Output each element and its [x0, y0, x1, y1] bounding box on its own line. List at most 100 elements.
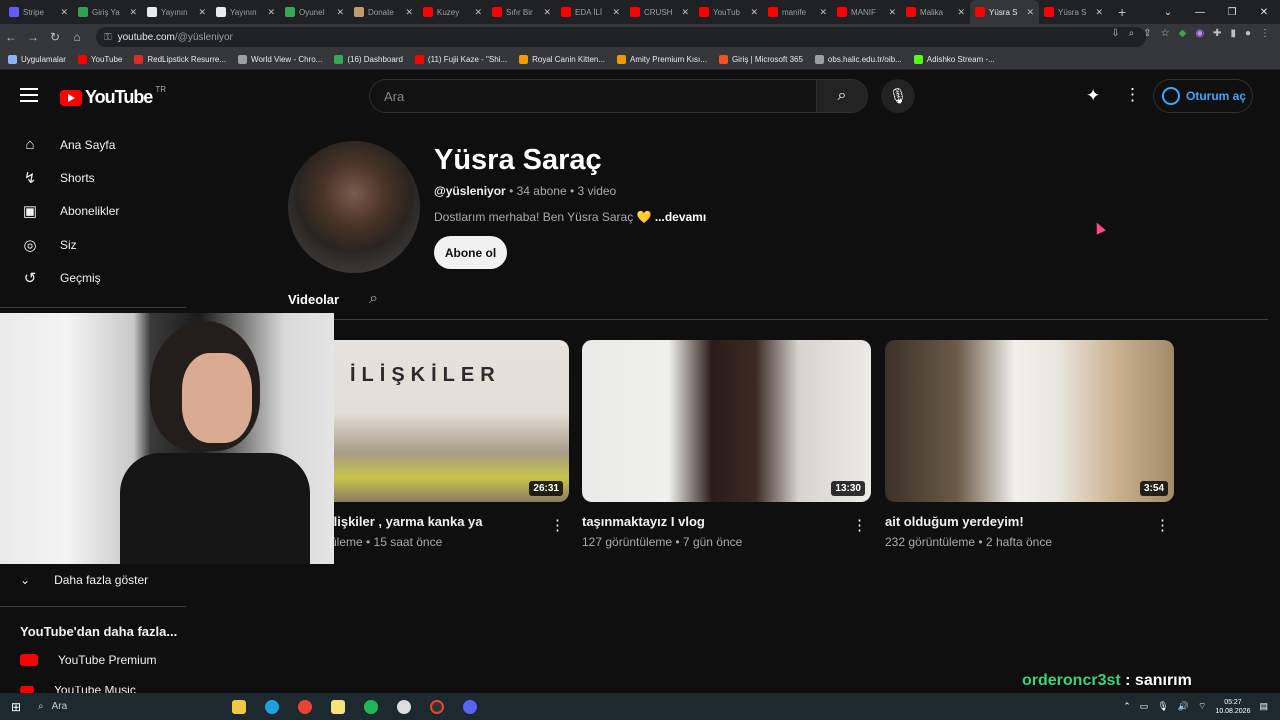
channel-description[interactable]: Dostlarım merhaba! Ben Yüsra Saraç 💛 ...… — [434, 210, 706, 224]
browser-tab[interactable]: Oyunel ✕ — [280, 0, 349, 24]
video-menu-icon[interactable]: ⋮ — [550, 516, 565, 534]
video-card[interactable]: 3:54 ait olduğum yerdeyim! 232 görüntüle… — [885, 340, 1174, 549]
back-icon[interactable]: ← — [0, 30, 22, 44]
sidebar-item[interactable]: ◎ Siz — [0, 228, 186, 261]
browser-tab[interactable]: EDA İLİ ✕ — [556, 0, 625, 24]
zoom-icon[interactable]: ⌕ — [1129, 28, 1135, 39]
video-title[interactable]: ait olduğum yerdeyim! — [885, 514, 1174, 529]
tray-network-icon[interactable]: ▭ — [1140, 701, 1149, 712]
tray-chevron-icon[interactable]: ⌃ — [1123, 701, 1131, 712]
voice-search-button[interactable]: 🎙 — [881, 79, 915, 113]
browser-tab[interactable]: Yayının ✕ — [142, 0, 211, 24]
browser-menu-icon[interactable]: ⋮ — [1260, 28, 1270, 39]
bookmark-item[interactable]: obs.halic.edu.tr/oib... — [814, 55, 902, 64]
taskbar-clock[interactable]: 05:27 10.08.2026 — [1215, 698, 1250, 716]
bookmark-item[interactable]: Royal Canin Kitten... — [519, 55, 605, 64]
tab-close-icon[interactable]: ✕ — [474, 7, 482, 18]
browser-tab[interactable]: YouTub ✕ — [694, 0, 763, 24]
browser-tab[interactable]: Stripe ✕ — [4, 0, 73, 24]
channel-search-icon[interactable]: ⌕ — [369, 290, 378, 308]
channel-avatar[interactable] — [288, 141, 420, 273]
tab-close-icon[interactable]: ✕ — [60, 7, 68, 18]
bookmark-item[interactable]: Amity Premium Kısı... — [617, 55, 707, 64]
search-button[interactable]: ⌕ — [816, 79, 868, 113]
tab-close-icon[interactable]: ✕ — [612, 7, 620, 18]
share-icon[interactable]: ⇪ — [1143, 28, 1151, 39]
video-card[interactable]: 13:30 taşınmaktayız I vlog 127 görüntüle… — [582, 340, 871, 549]
tab-close-icon[interactable]: ✕ — [267, 7, 275, 18]
windows-start-icon[interactable]: ⊞ — [0, 700, 32, 714]
browser-tab[interactable]: CRUSH ✕ — [625, 0, 694, 24]
video-title[interactable]: taşınmaktayız I vlog — [582, 514, 871, 529]
bookmark-item[interactable]: RedLipstick Resurre... — [134, 55, 226, 64]
tab-close-icon[interactable]: ✕ — [957, 7, 965, 18]
minimize-button[interactable]: — — [1184, 7, 1216, 18]
bookmark-item[interactable]: Giriş | Microsoft 365 — [718, 55, 803, 64]
bookmark-item[interactable]: Uygulamalar — [8, 55, 66, 64]
tab-close-icon[interactable]: ✕ — [1095, 7, 1103, 18]
create-icon[interactable]: ✦ — [1086, 86, 1100, 106]
profile-icon[interactable]: ● — [1245, 28, 1251, 39]
bookmark-item[interactable]: (11) Fujii Kaze - "Shi... — [414, 55, 507, 64]
sidebar-item[interactable]: ▣ Abonelikler — [0, 195, 186, 228]
browser-tab[interactable]: manife ✕ — [763, 0, 832, 24]
sidebar-item-premium[interactable]: YouTube Premium — [20, 653, 157, 667]
browser-tab[interactable]: Yüsra S ✕ — [1039, 0, 1108, 24]
subscribe-button[interactable]: Abone ol — [434, 236, 507, 269]
video-thumbnail[interactable]: 3:54 — [885, 340, 1174, 502]
taskbar-notes-icon[interactable] — [321, 693, 354, 720]
tray-volume-icon[interactable]: 🔊 — [1178, 701, 1189, 712]
browser-tab[interactable]: Malika ✕ — [901, 0, 970, 24]
video-thumbnail[interactable]: 13:30 — [582, 340, 871, 502]
tab-close-icon[interactable]: ✕ — [336, 7, 344, 18]
taskbar-search[interactable]: ⌕ Ara — [32, 701, 222, 712]
tab-close-icon[interactable]: ✕ — [129, 7, 137, 18]
tab-videos[interactable]: Videolar — [288, 292, 339, 315]
url-field[interactable]: ⚿ youtube.com/@yüsleniyor — [96, 27, 1146, 47]
tab-close-icon[interactable]: ✕ — [819, 7, 827, 18]
home-browser-icon[interactable]: ⌂ — [66, 30, 88, 44]
settings-menu-icon[interactable]: ⋮ — [1124, 85, 1141, 105]
puzzle-icon[interactable]: ✚ — [1213, 28, 1221, 39]
sign-in-button[interactable]: Oturum aç — [1153, 79, 1253, 113]
taskbar-chrome-icon[interactable] — [288, 693, 321, 720]
taskbar-explorer-icon[interactable] — [222, 693, 255, 720]
taskbar-app-icon[interactable] — [420, 693, 453, 720]
tab-close-icon[interactable]: ✕ — [681, 7, 689, 18]
taskbar-discord-icon[interactable] — [453, 693, 486, 720]
notifications-icon[interactable]: ▤ — [1259, 701, 1268, 712]
sidebar-item[interactable]: ↯ Shorts — [0, 161, 186, 194]
extension-icon[interactable]: ◉ — [1195, 28, 1204, 39]
extension-shield-icon[interactable]: ◆ — [1179, 28, 1187, 39]
browser-tab[interactable]: Kuzey ✕ — [418, 0, 487, 24]
bookmark-item[interactable]: (16) Dashboard — [334, 55, 403, 64]
tab-close-icon[interactable]: ✕ — [543, 7, 551, 18]
description-more-link[interactable]: ...devamı — [655, 210, 706, 224]
tab-close-icon[interactable]: ✕ — [888, 7, 896, 18]
bookmark-item[interactable]: World View - Chro... — [238, 55, 322, 64]
forward-icon[interactable]: → — [22, 30, 44, 44]
video-menu-icon[interactable]: ⋮ — [1155, 516, 1170, 534]
taskbar-obs-icon[interactable] — [387, 693, 420, 720]
sidepanel-icon[interactable]: ▮ — [1230, 28, 1236, 39]
show-more-button[interactable]: ⌄ Daha fazla göster — [20, 573, 148, 587]
new-tab-button[interactable]: + — [1118, 4, 1126, 20]
close-window-button[interactable]: ✕ — [1248, 7, 1280, 18]
tab-close-icon[interactable]: ✕ — [405, 7, 413, 18]
browser-tab[interactable]: Donate ✕ — [349, 0, 418, 24]
install-icon[interactable]: ⇩ — [1111, 28, 1119, 39]
sidebar-item[interactable]: ↺ Geçmiş — [0, 262, 186, 295]
bookmark-star-icon[interactable]: ☆ — [1161, 28, 1170, 39]
browser-tab[interactable]: Sıfır Bir ✕ — [487, 0, 556, 24]
reload-icon[interactable]: ↻ — [44, 30, 66, 44]
sidebar-item[interactable]: ⌂ Ana Sayfa — [0, 128, 186, 161]
video-menu-icon[interactable]: ⋮ — [852, 516, 867, 534]
browser-tab[interactable]: MANIF ✕ — [832, 0, 901, 24]
taskbar-edge-icon[interactable] — [255, 693, 288, 720]
tray-mic-icon[interactable]: 🎙 — [1157, 701, 1168, 712]
bookmark-item[interactable]: YouTube — [77, 55, 122, 64]
search-input[interactable]: Ara — [369, 79, 817, 113]
browser-tab[interactable]: Yayının ✕ — [211, 0, 280, 24]
bookmark-item[interactable]: Adishko Stream -... — [913, 55, 995, 64]
browser-tab[interactable]: Yüsra S ✕ — [970, 0, 1039, 24]
